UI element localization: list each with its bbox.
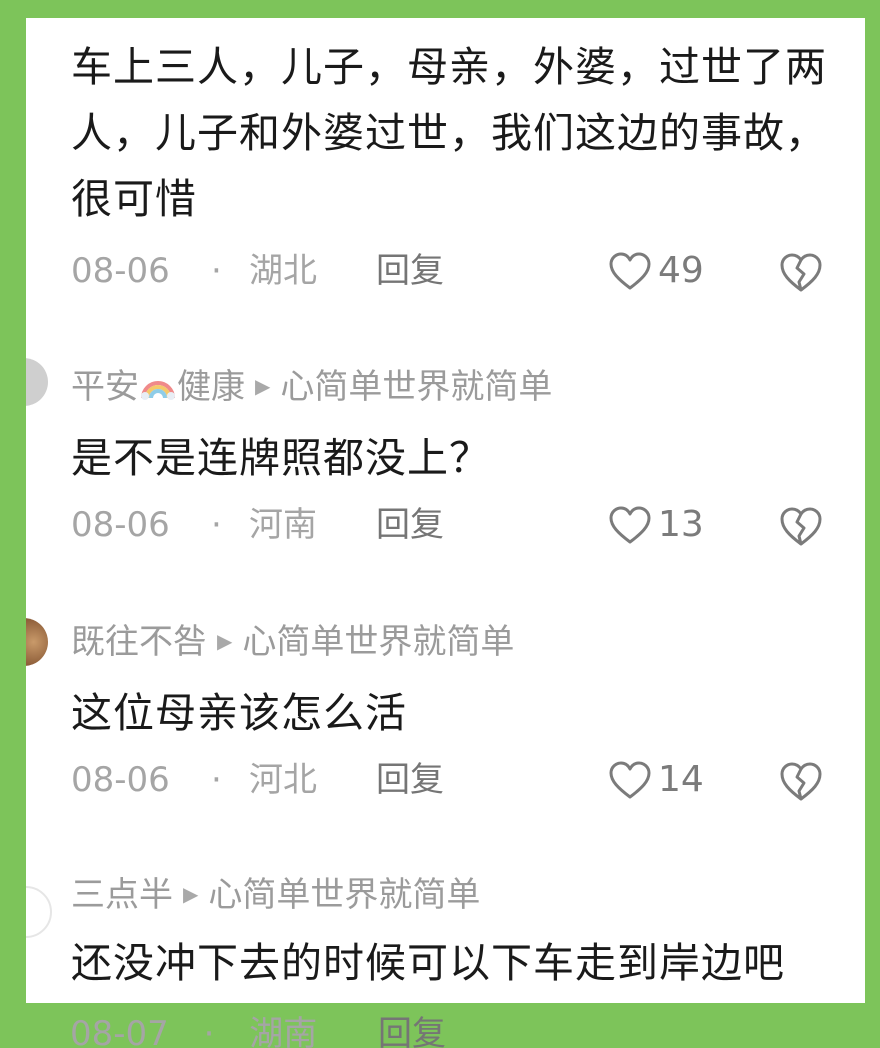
avatar[interactable] xyxy=(26,618,48,666)
comment-date: 08-06 xyxy=(71,760,170,800)
like-button[interactable]: 13 xyxy=(608,503,704,547)
comment-region: 湖南 xyxy=(249,1014,318,1048)
separator-dot: · xyxy=(211,251,222,291)
comment-footer: 08-06 · 河南 回复 13 xyxy=(71,503,841,547)
avatar[interactable] xyxy=(26,358,48,406)
reply-arrow-icon: ▶ xyxy=(255,374,271,398)
username[interactable]: 既往不咎 xyxy=(71,622,207,662)
reply-button[interactable]: 回复 xyxy=(378,1014,446,1048)
heart-outline-icon xyxy=(609,506,651,544)
broken-heart-icon[interactable] xyxy=(778,251,824,293)
heart-outline-icon xyxy=(609,252,651,290)
reply-arrow-icon: ▶ xyxy=(183,882,199,906)
comment-item: 平安 健康 ▶ 心简单世界就简单 是不是连牌照都没上？ 08-06 · 河南 回复 1… xyxy=(26,318,865,578)
comment-header: 平安 健康 ▶ 心简单世界就简单 xyxy=(71,366,552,407)
comment-header: 三点半 ▶ 心简单世界就简单 xyxy=(71,874,480,915)
reply-to-user[interactable]: 心简单世界就简单 xyxy=(242,622,514,662)
comment-item: 既往不咎 ▶ 心简单世界就简单 这位母亲该怎么活 08-06 · 河北 回复 14 xyxy=(26,578,865,838)
comment-item: 车上三人，儿子，母亲，外婆，过世了两人，儿子和外婆过世，我们这边的事故，很可惜 … xyxy=(26,18,865,318)
comment-region: 河南 xyxy=(249,505,317,545)
comment-footer-partial: 08-07 · 湖南 回复 xyxy=(70,1012,446,1048)
reply-arrow-icon: ▶ xyxy=(217,629,233,653)
comment-date: 08-06 xyxy=(71,505,170,545)
comment-text: 这位母亲该怎么活 xyxy=(71,689,407,737)
comment-header: 既往不咎 ▶ 心简单世界就简单 xyxy=(71,621,514,662)
comment-text: 还没冲下去的时候可以下车走到岸边吧 xyxy=(71,939,785,987)
comment-date: 08-06 xyxy=(71,251,170,291)
username-suffix[interactable]: 健康 xyxy=(177,367,245,407)
reply-button[interactable]: 回复 xyxy=(376,758,444,802)
separator-dot: · xyxy=(211,505,222,545)
broken-heart-icon[interactable] xyxy=(778,760,824,802)
comment-region: 河北 xyxy=(249,760,317,800)
comment-footer: 08-06 · 湖北 回复 49 xyxy=(71,249,841,293)
comment-text: 车上三人，儿子，母亲，外婆，过世了两人，儿子和外婆过世，我们这边的事故，很可惜 xyxy=(71,43,827,223)
comment-footer: 08-06 · 河北 回复 14 xyxy=(71,758,841,802)
separator-dot: · xyxy=(211,760,222,800)
reply-button[interactable]: 回复 xyxy=(376,249,444,293)
reply-button[interactable]: 回复 xyxy=(376,503,444,547)
rainbow-emoji xyxy=(141,381,175,400)
like-count: 49 xyxy=(658,250,704,291)
reply-to-user[interactable]: 心简单世界就简单 xyxy=(208,875,480,915)
reply-to-user[interactable]: 心简单世界就简单 xyxy=(280,367,552,407)
comment-region: 湖北 xyxy=(249,251,317,291)
heart-outline-icon xyxy=(609,761,651,799)
avatar[interactable] xyxy=(26,886,52,938)
comment-list: 车上三人，儿子，母亲，外婆，过世了两人，儿子和外婆过世，我们这边的事故，很可惜 … xyxy=(26,18,865,1003)
like-button[interactable]: 14 xyxy=(608,758,704,802)
username[interactable]: 平安 xyxy=(71,367,139,407)
like-count: 13 xyxy=(658,504,704,545)
comment-text: 是不是连牌照都没上？ xyxy=(71,434,491,482)
separator-dot: · xyxy=(203,1014,215,1048)
comment-item: 三点半 ▶ 心简单世界就简单 还没冲下去的时候可以下车走到岸边吧 xyxy=(26,838,865,1003)
broken-heart-icon[interactable] xyxy=(778,505,824,547)
username[interactable]: 三点半 xyxy=(71,875,173,915)
like-button[interactable]: 49 xyxy=(608,249,704,293)
like-count: 14 xyxy=(658,759,704,800)
comment-date: 08-07 xyxy=(70,1014,169,1048)
